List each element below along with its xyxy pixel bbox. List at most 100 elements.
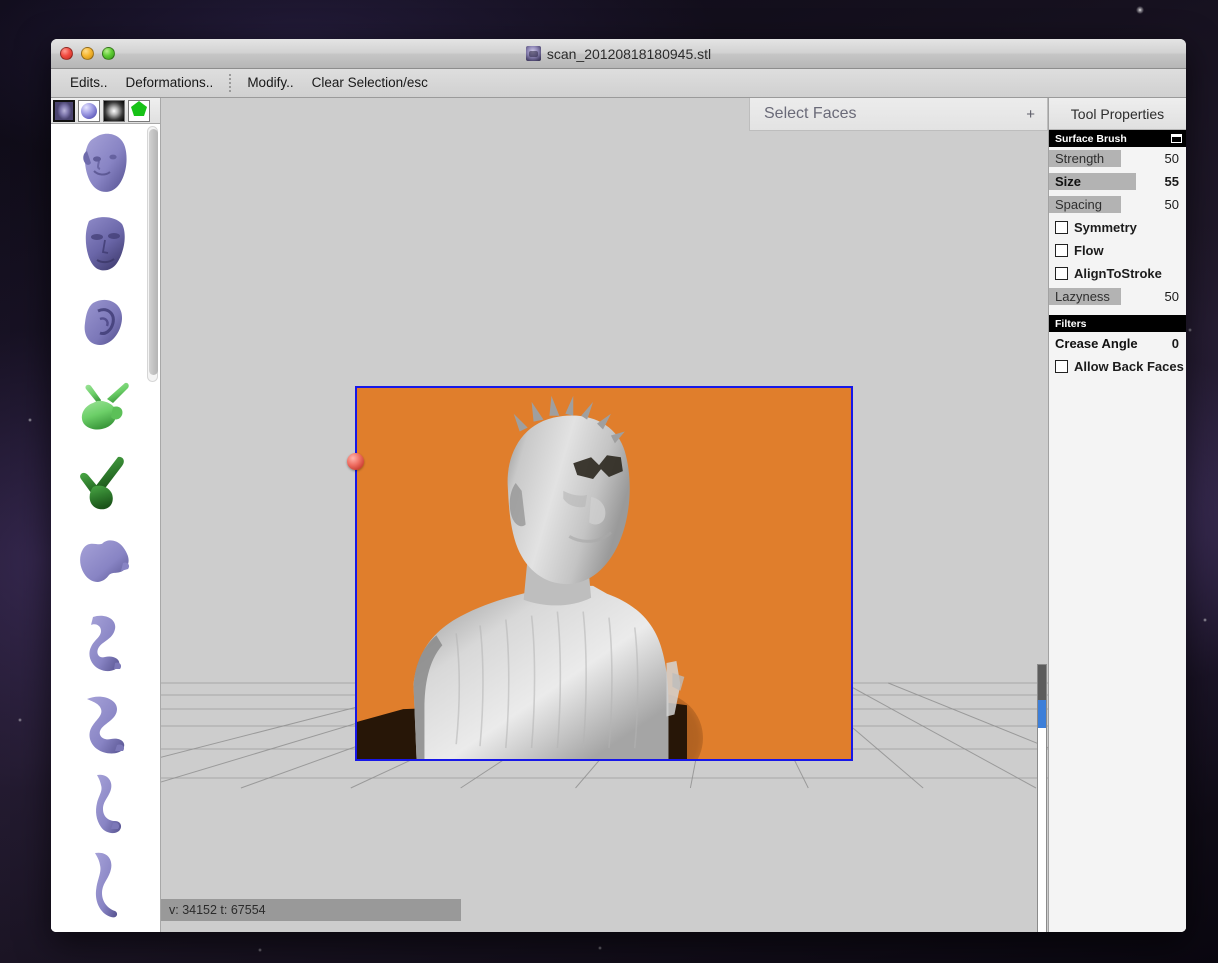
tool-header-expand-icon[interactable]: + — [1026, 106, 1035, 123]
sidebar-scrollbar-thumb[interactable] — [149, 129, 158, 375]
size-value: 55 — [1164, 174, 1179, 189]
application-window: scan_20120818180945.stl Edits.. Deformat… — [51, 39, 1186, 932]
status-bar: v: 34152 t: 67554 — [161, 899, 461, 921]
size-label: Size — [1055, 174, 1082, 189]
symmetry-checkbox[interactable] — [1055, 221, 1068, 234]
window-title-group: scan_20120818180945.stl — [525, 45, 712, 62]
selection-plane[interactable] — [355, 386, 853, 761]
head-preset-tab[interactable] — [53, 99, 75, 122]
window-titlebar[interactable]: scan_20120818180945.stl — [51, 39, 1186, 69]
tool-properties-panel: Tool Properties Surface Brush Strength 5… — [1048, 98, 1186, 932]
desktop-background: scan_20120818180945.stl Edits.. Deformat… — [0, 0, 1218, 963]
face-front-icon — [69, 207, 143, 281]
pentagon-preset-tab[interactable] — [128, 99, 150, 122]
thumb-limb-c[interactable] — [51, 684, 160, 764]
thumb-fingers-v[interactable] — [51, 444, 160, 524]
crease-angle-slider[interactable]: Crease Angle — [1049, 335, 1161, 352]
hand-peace-icon — [69, 367, 143, 441]
thumb-limb-a[interactable] — [51, 524, 160, 604]
lazyness-value: 50 — [1164, 289, 1179, 304]
strength-slider[interactable]: Strength — [1049, 150, 1161, 167]
strength-slider-row[interactable]: Strength 50 — [1049, 147, 1186, 170]
surface-brush-label: Surface Brush — [1055, 132, 1127, 145]
allow-back-faces-checkbox[interactable] — [1055, 360, 1068, 373]
preset-sidebar — [51, 98, 161, 932]
size-slider[interactable]: Size — [1049, 173, 1161, 190]
lazyness-slider[interactable]: Lazyness — [1049, 288, 1161, 305]
main-toolbar: Edits.. Deformations.. Modify.. Clear Se… — [51, 69, 1186, 98]
size-slider-row[interactable]: Size 55 — [1049, 170, 1186, 193]
window-body: Select Faces + v: 34152 t: 67554 Tool Pr… — [51, 98, 1186, 932]
limb-b-icon — [69, 607, 143, 681]
spacing-slider-row[interactable]: Spacing 50 — [1049, 193, 1186, 216]
close-button[interactable] — [60, 47, 73, 60]
maximize-button[interactable] — [102, 47, 115, 60]
spacing-label: Spacing — [1055, 197, 1102, 212]
window-detach-icon[interactable] — [1171, 134, 1182, 143]
flow-label: Flow — [1074, 243, 1104, 258]
viewport-scrollbar-track-top[interactable] — [1038, 665, 1046, 700]
limb-d-icon — [69, 767, 143, 841]
align-to-stroke-checkbox[interactable] — [1055, 267, 1068, 280]
tool-properties-title: Tool Properties — [1049, 98, 1186, 130]
spacing-value: 50 — [1164, 197, 1179, 212]
crease-angle-row[interactable]: Crease Angle 0 — [1049, 332, 1186, 355]
limb-a-icon — [69, 527, 143, 601]
window-controls[interactable] — [60, 47, 115, 60]
document-icon — [525, 46, 541, 61]
tool-header-bar[interactable]: Select Faces + — [749, 98, 1048, 131]
strength-value: 50 — [1164, 151, 1179, 166]
thumb-face-front[interactable] — [51, 204, 160, 284]
palette-tab-row — [51, 98, 160, 124]
crease-angle-value: 0 — [1171, 336, 1179, 351]
sidebar-scrollbar[interactable] — [147, 126, 158, 382]
align-to-stroke-checkbox-row[interactable]: AlignToStroke — [1049, 262, 1186, 285]
preset-thumbnail-list[interactable] — [51, 124, 160, 932]
properties-panel-filler — [1049, 378, 1186, 932]
mesh-stats-label: v: 34152 t: 67554 — [169, 903, 266, 917]
radial-gradient-icon — [104, 100, 124, 121]
sphere-preset-tab[interactable] — [78, 99, 100, 122]
filters-section-header[interactable]: Filters — [1049, 315, 1186, 332]
viewport-scrollbar-thumb[interactable] — [1038, 700, 1046, 728]
symmetry-checkbox-row[interactable]: Symmetry — [1049, 216, 1186, 239]
allow-back-faces-label: Allow Back Faces — [1074, 359, 1184, 374]
thumb-hand-peace[interactable] — [51, 364, 160, 444]
toolbar-separator — [229, 74, 232, 92]
thumb-ear[interactable] — [51, 284, 160, 364]
scanned-bust-mesh[interactable] — [357, 388, 851, 759]
limb-e-icon — [69, 847, 143, 921]
fingers-v-icon — [69, 447, 143, 521]
strength-label: Strength — [1055, 151, 1105, 166]
pentagon-icon — [130, 100, 148, 121]
align-to-stroke-label: AlignToStroke — [1074, 266, 1162, 281]
thumb-limb-b[interactable] — [51, 604, 160, 684]
3d-viewport[interactable]: Select Faces + v: 34152 t: 67554 — [161, 98, 1048, 932]
head-3quarter-icon — [69, 127, 143, 201]
minimize-button[interactable] — [81, 47, 94, 60]
filters-label: Filters — [1055, 317, 1087, 330]
selection-corner-handle[interactable] — [347, 453, 364, 470]
modify-button[interactable]: Modify.. — [238, 73, 302, 93]
lazyness-slider-row[interactable]: Lazyness 50 — [1049, 285, 1186, 308]
thumb-limb-d[interactable] — [51, 764, 160, 844]
deformations-button[interactable]: Deformations.. — [117, 73, 223, 93]
section-spacer — [1049, 308, 1186, 315]
allow-back-faces-checkbox-row[interactable]: Allow Back Faces — [1049, 355, 1186, 378]
thumb-head-3quarter[interactable] — [51, 124, 160, 204]
symmetry-label: Symmetry — [1074, 220, 1137, 235]
lazyness-label: Lazyness — [1055, 289, 1110, 304]
edits-button[interactable]: Edits.. — [61, 73, 117, 93]
spacing-slider[interactable]: Spacing — [1049, 196, 1161, 213]
viewport-scrollbar[interactable] — [1037, 664, 1047, 932]
head-icon — [55, 101, 73, 120]
window-title: scan_20120818180945.stl — [546, 45, 712, 62]
clear-selection-button[interactable]: Clear Selection/esc — [303, 73, 437, 93]
flow-checkbox[interactable] — [1055, 244, 1068, 257]
gradient-preset-tab[interactable] — [103, 99, 125, 122]
thumb-limb-e[interactable] — [51, 844, 160, 924]
ear-icon — [69, 287, 143, 361]
crease-angle-label: Crease Angle — [1055, 336, 1138, 351]
surface-brush-section-header[interactable]: Surface Brush — [1049, 130, 1186, 147]
flow-checkbox-row[interactable]: Flow — [1049, 239, 1186, 262]
